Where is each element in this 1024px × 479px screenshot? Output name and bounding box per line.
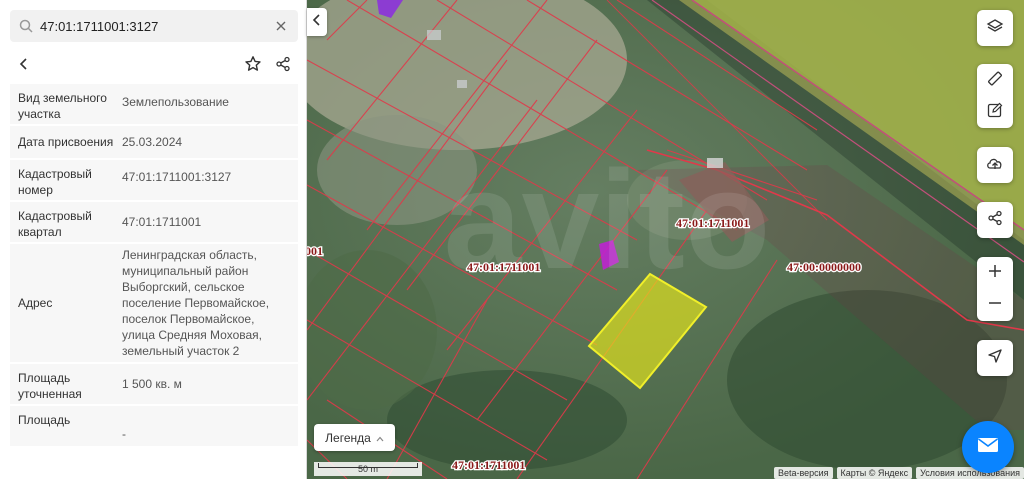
detail-label: Вид земельного участка <box>18 91 107 121</box>
upload-control <box>977 147 1013 183</box>
quarter-label: 47:01:1711001 <box>452 458 525 472</box>
zoom-control <box>977 257 1013 321</box>
location-arrow-icon <box>987 348 1003 369</box>
cloud-upload-icon <box>985 154 1005 177</box>
scale-bar <box>318 463 418 468</box>
detail-value: 47:01:1711001:3127 <box>122 170 232 184</box>
edit-icon <box>986 101 1004 124</box>
detail-value: Землепользование <box>122 95 229 109</box>
detail-row-date: Дата присвоения 25.03.2024 <box>10 126 298 158</box>
collapse-panel-button[interactable] <box>307 8 327 36</box>
share-icon <box>987 210 1003 231</box>
satellite-map[interactable]: avito 47:01:1711001 47:01:1711001 47:01:… <box>307 0 1024 479</box>
beta-label[interactable]: Beta-версия <box>773 467 833 479</box>
chevron-up-icon <box>376 431 384 445</box>
star-icon[interactable] <box>241 52 265 76</box>
detail-label: Площадь уточненная <box>18 371 82 401</box>
detail-label: Кадастровый квартал <box>18 209 92 239</box>
chevron-left-icon[interactable] <box>12 52 36 76</box>
detail-label: Дата присвоения <box>18 134 114 149</box>
detail-label: Кадастровый номер <box>18 167 92 197</box>
minus-icon <box>988 296 1002 315</box>
ruler-button[interactable] <box>977 64 1013 96</box>
zoom-out-button[interactable] <box>977 289 1013 321</box>
chat-button[interactable] <box>962 421 1014 473</box>
info-panel: Вид земельного участка Землепользование … <box>0 0 307 479</box>
detail-value: Ленинградская область, муниципальный рай… <box>122 247 270 358</box>
quarter-label: 47:01:1711001 <box>467 260 540 274</box>
detail-row-area: Площадь - <box>10 406 298 446</box>
map-view[interactable]: avito 47:01:1711001 47:01:1711001 47:01:… <box>307 0 1024 479</box>
detail-row-area-specified: Площадь уточненная 1 500 кв. м <box>10 364 298 404</box>
layers-control <box>977 10 1013 46</box>
locate-button[interactable] <box>977 340 1013 376</box>
legend-label: Легенда <box>325 430 371 445</box>
edit-button[interactable] <box>977 96 1013 128</box>
quarter-label: 47:01:1711001 <box>676 216 749 230</box>
layers-icon <box>986 17 1004 40</box>
details-list: Вид земельного участка Землепользование … <box>10 84 298 448</box>
zoom-in-button[interactable] <box>977 257 1013 289</box>
search-icon <box>18 18 34 34</box>
map-share-control <box>977 202 1013 238</box>
detail-value: 1 500 кв. м <box>122 377 182 391</box>
layers-button[interactable] <box>977 10 1013 46</box>
chevron-left-icon <box>312 13 322 31</box>
detail-row-type: Вид земельного участка Землепользование <box>10 84 298 124</box>
map-share-button[interactable] <box>977 202 1013 238</box>
share-icon[interactable] <box>271 52 295 76</box>
detail-label: Адрес <box>18 295 53 310</box>
search-input[interactable] <box>40 16 270 36</box>
plus-icon <box>988 264 1002 283</box>
locate-control <box>977 340 1013 376</box>
detail-value: 25.03.2024 <box>122 134 183 149</box>
legend-button[interactable]: Легенда <box>314 424 395 451</box>
map-scale: 50 m <box>314 462 422 476</box>
measure-control <box>977 64 1013 128</box>
detail-row-address: Адрес Ленинградская область, муниципальн… <box>10 244 298 362</box>
detail-row-cadastral-number: Кадастровый номер 47:01:1711001:3127 <box>10 160 298 200</box>
quarter-label: 001 <box>307 244 323 258</box>
terms-link[interactable]: Условия использования <box>916 467 1024 479</box>
mail-icon <box>977 437 999 458</box>
maps-copyright[interactable]: Карты © Яндекс <box>836 467 913 479</box>
detail-toolbar <box>0 48 306 80</box>
ruler-icon <box>986 69 1004 92</box>
district-label: 47:00:0000000 <box>787 260 861 274</box>
close-icon[interactable] <box>270 15 292 37</box>
detail-row-cadastral-quarter: Кадастровый квартал 47:01:1711001 <box>10 202 298 242</box>
detail-value: - <box>122 427 126 441</box>
detail-label: Площадь <box>18 413 71 427</box>
search-bar <box>10 10 298 42</box>
upload-button[interactable] <box>977 147 1013 183</box>
detail-value: 47:01:1711001 <box>122 215 202 229</box>
